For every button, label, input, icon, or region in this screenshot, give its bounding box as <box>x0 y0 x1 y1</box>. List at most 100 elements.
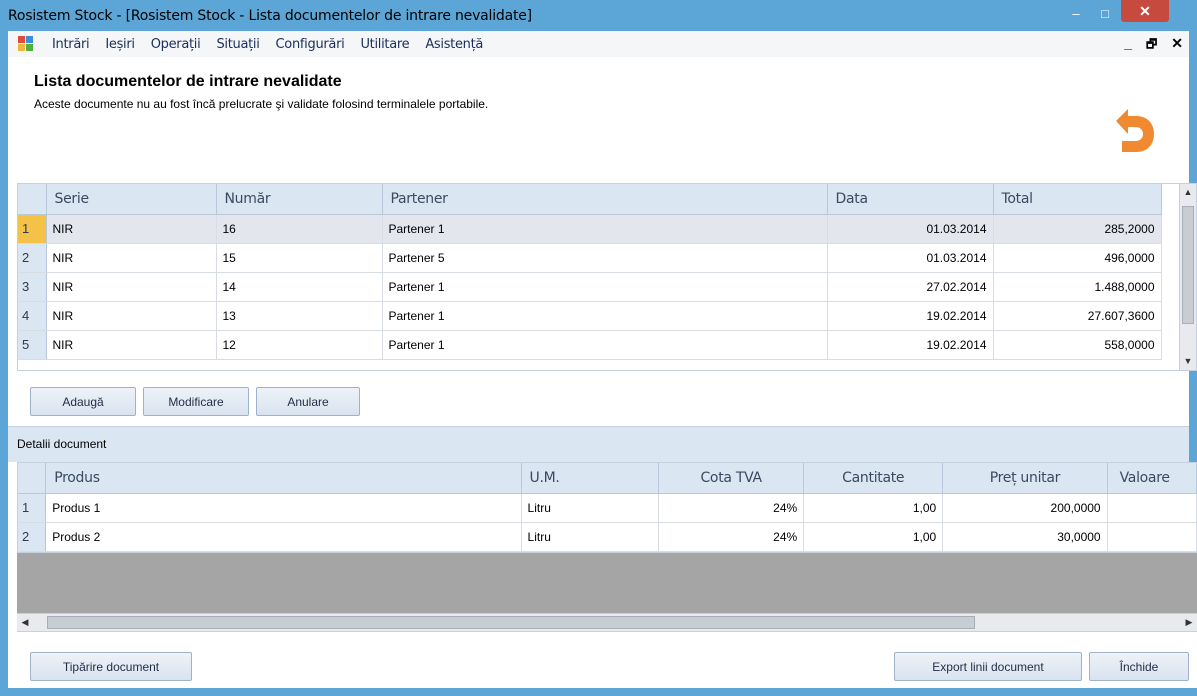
cell-data[interactable]: 01.03.2014 <box>827 214 994 244</box>
cell-produs[interactable]: Produs 1 <box>45 493 522 523</box>
cell-cantitate[interactable]: 1,00 <box>803 493 944 523</box>
table-row[interactable]: 4 NIR 13 Partener 1 19.02.2014 27.607,36… <box>18 301 1162 331</box>
column-header-partener[interactable]: Partener <box>382 184 828 215</box>
details-header-row: Produs U.M. Cota TVA Cantitate Preț unit… <box>18 463 1197 494</box>
cell-partener[interactable]: Partener 1 <box>382 214 828 244</box>
row-number: 3 <box>18 272 47 302</box>
app-window: Rosistem Stock - [Rosistem Stock - Lista… <box>0 0 1197 696</box>
cell-serie[interactable]: NIR <box>46 301 217 331</box>
cell-numar[interactable]: 16 <box>216 214 383 244</box>
cell-total[interactable]: 27.607,3600 <box>993 301 1162 331</box>
cell-partener[interactable]: Partener 1 <box>382 330 828 360</box>
menu-situatii[interactable]: Situații <box>208 37 267 52</box>
modify-button[interactable]: Modificare <box>143 387 249 416</box>
cell-valoare[interactable] <box>1107 522 1197 552</box>
cell-numar[interactable]: 13 <box>216 301 383 331</box>
cell-total[interactable]: 1.488,0000 <box>993 272 1162 302</box>
app-menu-icon[interactable] <box>18 36 34 52</box>
cell-serie[interactable]: NIR <box>46 243 217 273</box>
row-number: 2 <box>18 243 47 273</box>
table-row[interactable]: 2 Produs 2 Litru 24% 1,00 30,0000 <box>18 522 1197 552</box>
cell-total[interactable]: 285,2000 <box>993 214 1162 244</box>
menu-operatii[interactable]: Operații <box>143 37 209 52</box>
row-number-header <box>18 184 47 215</box>
mdi-restore-button[interactable]: 🗗 <box>1146 35 1157 56</box>
cell-serie[interactable]: NIR <box>46 214 217 244</box>
cell-data[interactable]: 01.03.2014 <box>827 243 994 273</box>
mdi-minimize-button[interactable]: _ <box>1124 35 1132 56</box>
mdi-controls: _ 🗗 ✕ <box>1124 35 1183 56</box>
scroll-thumb[interactable] <box>47 616 975 629</box>
row-number: 5 <box>18 330 47 360</box>
cell-serie[interactable]: NIR <box>46 330 217 360</box>
window-title: Rosistem Stock - [Rosistem Stock - Lista… <box>8 8 532 24</box>
column-header-serie[interactable]: Serie <box>46 184 217 215</box>
column-header-pret-unitar[interactable]: Preț unitar <box>942 463 1108 494</box>
cell-data[interactable]: 19.02.2014 <box>827 301 994 331</box>
table-row[interactable]: 1 Produs 1 Litru 24% 1,00 200,0000 <box>18 493 1197 523</box>
scroll-left-icon[interactable]: ◀ <box>17 614 33 631</box>
cell-pret-unitar[interactable]: 30,0000 <box>942 522 1108 552</box>
page-subtitle: Aceste documente nu au fost încă prelucr… <box>34 97 489 111</box>
details-horizontal-scrollbar[interactable]: ◀ ▶ <box>17 613 1197 631</box>
cell-um[interactable]: Litru <box>521 522 660 552</box>
table-row[interactable]: 3 NIR 14 Partener 1 27.02.2014 1.488,000… <box>18 272 1162 302</box>
close-window-button[interactable]: Închide <box>1089 652 1189 681</box>
menu-asistenta[interactable]: Asistență <box>417 37 491 52</box>
row-number: 2 <box>18 522 47 552</box>
minimize-button[interactable]: – <box>1063 2 1089 24</box>
cell-um[interactable]: Litru <box>521 493 660 523</box>
cell-numar[interactable]: 12 <box>216 330 383 360</box>
column-header-um[interactable]: U.M. <box>521 463 660 494</box>
title-bar[interactable]: Rosistem Stock - [Rosistem Stock - Lista… <box>0 0 1197 31</box>
scroll-thumb[interactable] <box>1182 206 1194 324</box>
back-arrow-icon[interactable] <box>1108 107 1158 167</box>
column-header-produs[interactable]: Produs <box>45 463 522 494</box>
add-button[interactable]: Adaugă <box>30 387 136 416</box>
cell-data[interactable]: 27.02.2014 <box>827 272 994 302</box>
cell-cantitate[interactable]: 1,00 <box>803 522 944 552</box>
details-section-title: Detalii document <box>17 437 107 451</box>
cell-partener[interactable]: Partener 5 <box>382 243 828 273</box>
table-row[interactable]: 5 NIR 12 Partener 1 19.02.2014 558,0000 <box>18 330 1162 360</box>
documents-grid[interactable]: Serie Număr Partener Data Total 1 NIR 16… <box>17 183 1197 371</box>
cell-valoare[interactable] <box>1107 493 1197 523</box>
cell-pret-unitar[interactable]: 200,0000 <box>942 493 1108 523</box>
cell-partener[interactable]: Partener 1 <box>382 301 828 331</box>
maximize-button[interactable]: □ <box>1092 2 1118 24</box>
close-button[interactable]: ✕ <box>1121 0 1169 22</box>
cell-numar[interactable]: 14 <box>216 272 383 302</box>
menu-intrari[interactable]: Intrări <box>44 37 97 52</box>
table-row[interactable]: 2 NIR 15 Partener 5 01.03.2014 496,0000 <box>18 243 1162 273</box>
documents-vertical-scrollbar[interactable]: ▲ ▼ <box>1179 184 1196 370</box>
column-header-total[interactable]: Total <box>993 184 1162 215</box>
cancel-button[interactable]: Anulare <box>256 387 360 416</box>
cell-data[interactable]: 19.02.2014 <box>827 330 994 360</box>
scroll-down-icon[interactable]: ▼ <box>1180 353 1196 370</box>
mdi-close-button[interactable]: ✕ <box>1171 35 1183 56</box>
cell-total[interactable]: 496,0000 <box>993 243 1162 273</box>
column-header-cantitate[interactable]: Cantitate <box>803 463 944 494</box>
menu-utilitare[interactable]: Utilitare <box>352 37 417 52</box>
cell-serie[interactable]: NIR <box>46 272 217 302</box>
row-number: 4 <box>18 301 47 331</box>
details-empty-area <box>17 553 1197 613</box>
column-header-cota-tva[interactable]: Cota TVA <box>658 463 805 494</box>
menu-iesiri[interactable]: Ieșiri <box>97 37 142 52</box>
export-lines-button[interactable]: Export linii document <box>894 652 1082 681</box>
details-grid[interactable]: Produs U.M. Cota TVA Cantitate Preț unit… <box>17 462 1197 553</box>
table-row[interactable]: 1 NIR 16 Partener 1 01.03.2014 285,2000 <box>18 214 1162 244</box>
cell-produs[interactable]: Produs 2 <box>45 522 522 552</box>
cell-cota-tva[interactable]: 24% <box>658 522 805 552</box>
scroll-up-icon[interactable]: ▲ <box>1180 184 1196 201</box>
column-header-numar[interactable]: Număr <box>216 184 383 215</box>
column-header-data[interactable]: Data <box>827 184 994 215</box>
print-document-button[interactable]: Tipărire document <box>30 652 192 681</box>
cell-partener[interactable]: Partener 1 <box>382 272 828 302</box>
menu-configurari[interactable]: Configurări <box>268 37 353 52</box>
cell-numar[interactable]: 15 <box>216 243 383 273</box>
cell-cota-tva[interactable]: 24% <box>658 493 805 523</box>
column-header-valoare[interactable]: Valoare <box>1107 463 1197 494</box>
scroll-right-icon[interactable]: ▶ <box>1181 614 1197 631</box>
cell-total[interactable]: 558,0000 <box>993 330 1162 360</box>
